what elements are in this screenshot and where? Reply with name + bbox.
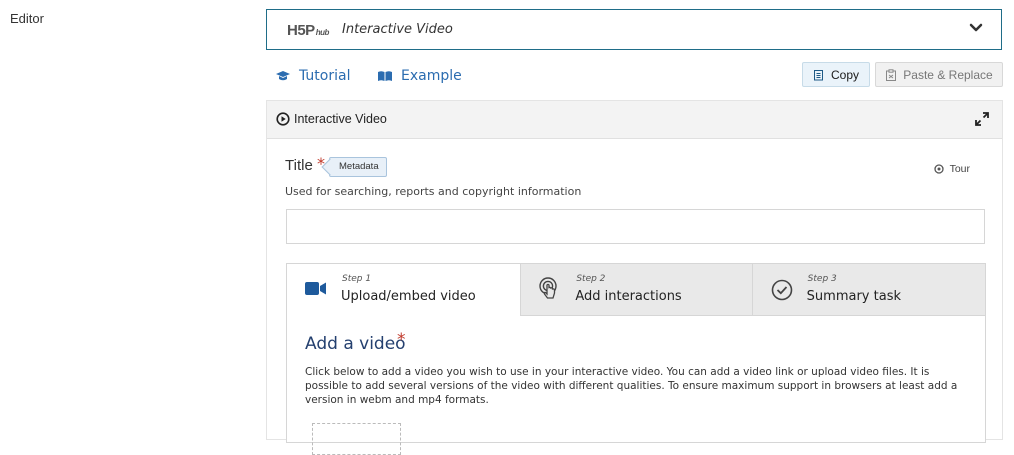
tutorial-link[interactable]: Tutorial xyxy=(275,68,350,84)
panel-title: Interactive Video xyxy=(294,112,387,126)
tour-button[interactable]: Tour xyxy=(933,163,970,175)
tab-step-3[interactable]: Step 3 Summary task xyxy=(751,264,985,316)
selected-content-type: Interactive Video xyxy=(342,22,453,37)
tab-step-1[interactable]: Step 1 Upload/embed video xyxy=(287,264,521,316)
metadata-button[interactable]: Metadata xyxy=(329,157,387,177)
copy-icon xyxy=(813,69,823,80)
clipboard-icon xyxy=(886,68,897,81)
steps-wizard: Step 1 Upload/embed video Step 2 Add int… xyxy=(286,263,986,455)
add-video-heading: Add a video xyxy=(305,334,406,354)
target-icon xyxy=(933,164,944,174)
tab-step-2[interactable]: Step 2 Add interactions xyxy=(520,264,752,316)
book-icon xyxy=(378,71,392,81)
panel-header[interactable]: Interactive Video xyxy=(267,101,1002,139)
required-indicator: * xyxy=(397,330,406,350)
check-circle-icon xyxy=(771,279,792,301)
touch-icon xyxy=(539,277,558,299)
paste-replace-button[interactable]: Paste & Replace xyxy=(875,62,1003,87)
title-field-label: Title xyxy=(285,157,313,174)
editor-label: Editor xyxy=(10,11,44,26)
content-type-selector[interactable]: H5Phub Interactive Video xyxy=(266,9,1002,50)
title-field-description: Used for searching, reports and copyrigh… xyxy=(285,185,582,198)
fullscreen-icon[interactable] xyxy=(974,111,990,127)
copy-button[interactable]: Copy xyxy=(802,62,870,87)
chevron-down-icon[interactable] xyxy=(969,21,983,35)
h5p-hub-logo: H5Phub xyxy=(287,22,329,39)
add-video-upload-box[interactable] xyxy=(312,423,401,455)
step-tabs: Step 1 Upload/embed video Step 2 Add int… xyxy=(287,264,985,316)
example-link[interactable]: Example xyxy=(377,68,462,84)
title-input[interactable] xyxy=(286,209,985,244)
video-camera-icon xyxy=(305,282,326,295)
interactive-video-panel: Interactive Video Title * Metadata Tour … xyxy=(266,100,1003,455)
add-video-description: Click below to add a video you wish to u… xyxy=(305,366,958,406)
graduation-cap-icon xyxy=(276,71,290,81)
play-circle-icon xyxy=(276,112,290,126)
